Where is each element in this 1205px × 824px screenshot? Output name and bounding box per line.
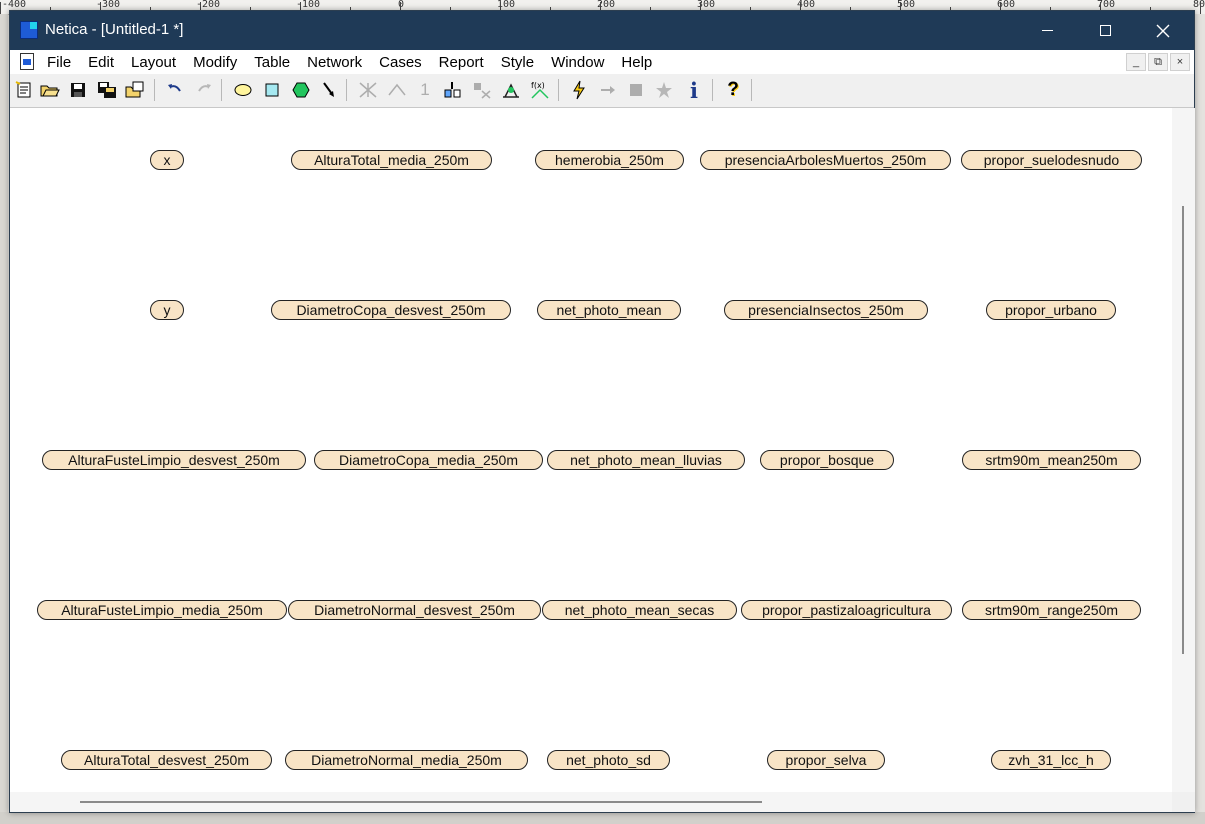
- toolbar-separator: [712, 79, 713, 101]
- export-icon[interactable]: [124, 79, 146, 101]
- node-net-photo-mean-lluvias[interactable]: net_photo_mean_lluvias: [547, 450, 745, 470]
- maximize-button[interactable]: [1076, 11, 1134, 50]
- netica-app-icon: [20, 21, 38, 39]
- menu-items: File Edit Layout Modify Table Network Ca…: [47, 54, 669, 71]
- star-icon[interactable]: [653, 79, 675, 101]
- toolbar-separator: [558, 79, 559, 101]
- stop-icon[interactable]: [625, 79, 647, 101]
- node-propor-bosque[interactable]: propor_bosque: [760, 450, 894, 470]
- save-all-icon[interactable]: [96, 79, 118, 101]
- node-y[interactable]: y: [150, 300, 184, 320]
- node-diametrocopa-desvest[interactable]: DiametroCopa_desvest_250m: [271, 300, 511, 320]
- save-icon[interactable]: [67, 79, 89, 101]
- menu-edit[interactable]: Edit: [88, 54, 122, 71]
- toolbar-separator: [221, 79, 222, 101]
- absorb-icon[interactable]: [442, 79, 464, 101]
- mdi-minimize-button[interactable]: _: [1126, 53, 1146, 71]
- node-net-photo-sd[interactable]: net_photo_sd: [547, 750, 670, 770]
- node-propor-urbano[interactable]: propor_urbano: [986, 300, 1116, 320]
- minimize-icon: [1041, 29, 1053, 32]
- svg-text:f(x): f(x): [531, 81, 545, 90]
- toolbar-separator: [154, 79, 155, 101]
- menu-layout[interactable]: Layout: [131, 54, 184, 71]
- menu-style[interactable]: Style: [501, 54, 542, 71]
- horizontal-scrollbar[interactable]: [10, 792, 1172, 812]
- one-icon[interactable]: 1: [414, 79, 436, 101]
- toolbar: 1 f(x) i ?: [10, 74, 1194, 108]
- node-x[interactable]: x: [150, 150, 184, 170]
- menu-table[interactable]: Table: [254, 54, 298, 71]
- toolbar-separator: [751, 79, 752, 101]
- nature-node-icon[interactable]: [232, 79, 254, 101]
- close-button[interactable]: [1134, 11, 1192, 50]
- ruler-tick: [1200, 2, 1201, 14]
- node-net-photo-mean[interactable]: net_photo_mean: [537, 300, 681, 320]
- undo-icon[interactable]: [164, 79, 186, 101]
- node-net-photo-mean-secas[interactable]: net_photo_mean_secas: [542, 600, 737, 620]
- node-alturatotal-media[interactable]: AlturaTotal_media_250m: [291, 150, 492, 170]
- network-canvas[interactable]: x AlturaTotal_media_250m hemerobia_250m …: [10, 108, 1172, 792]
- menu-bar: File Edit Layout Modify Table Network Ca…: [10, 50, 1194, 74]
- menu-network[interactable]: Network: [307, 54, 370, 71]
- node-diametronormal-media[interactable]: DiametroNormal_media_250m: [285, 750, 528, 770]
- node-presencia-insectos[interactable]: presenciaInsectos_250m: [724, 300, 928, 320]
- redo-icon[interactable]: [193, 79, 215, 101]
- minimize-button[interactable]: [1018, 11, 1076, 50]
- window-title: Netica - [Untitled-1 *]: [45, 21, 184, 38]
- background-edge: [0, 812, 1205, 824]
- maximize-icon: [1099, 25, 1111, 36]
- reverse-icon[interactable]: [471, 79, 493, 101]
- menu-modify[interactable]: Modify: [193, 54, 245, 71]
- menu-window[interactable]: Window: [551, 54, 612, 71]
- node-srtm90m-mean250m[interactable]: srtm90m_mean250m: [962, 450, 1141, 470]
- ruler-label: -400: [2, 0, 27, 10]
- mdi-controls: _ ⧉ ×: [1126, 53, 1190, 71]
- background-edge: [1195, 14, 1205, 824]
- node-diametrocopa-media[interactable]: DiametroCopa_media_250m: [314, 450, 543, 470]
- compile-icon[interactable]: [568, 79, 590, 101]
- title-bar[interactable]: Netica - [Untitled-1 *]: [10, 11, 1194, 50]
- learn-icon[interactable]: [500, 79, 522, 101]
- info-icon[interactable]: i: [683, 78, 705, 103]
- menu-cases[interactable]: Cases: [379, 54, 430, 71]
- node-alturafustelimpio-desvest[interactable]: AlturaFusteLimpio_desvest_250m: [42, 450, 306, 470]
- node-presencia-arboles-muertos[interactable]: presenciaArbolesMuertos_250m: [700, 150, 951, 170]
- node-alturatotal-desvest[interactable]: AlturaTotal_desvest_250m: [61, 750, 272, 770]
- netica-window: Netica - [Untitled-1 *] File Edit Layout…: [9, 10, 1195, 813]
- mdi-close-button[interactable]: ×: [1170, 53, 1190, 71]
- vertical-scroll-thumb[interactable]: [1182, 206, 1184, 654]
- remove-links-icon[interactable]: [357, 79, 379, 101]
- node-propor-selva[interactable]: propor_selva: [767, 750, 885, 770]
- node-propor-pastizaloagricultura[interactable]: propor_pastizaloagricultura: [741, 600, 952, 620]
- decision-node-icon[interactable]: [261, 79, 283, 101]
- node-alturafustelimpio-media[interactable]: AlturaFusteLimpio_media_250m: [37, 600, 287, 620]
- new-icon[interactable]: [13, 79, 35, 101]
- mdi-restore-button[interactable]: ⧉: [1148, 53, 1168, 71]
- node-zvh-31-lcc-h[interactable]: zvh_31_lcc_h: [991, 750, 1111, 770]
- parents-icon[interactable]: [386, 79, 408, 101]
- document-icon[interactable]: [20, 53, 34, 70]
- link-arrow-icon[interactable]: [318, 79, 340, 101]
- node-diametronormal-desvest[interactable]: DiametroNormal_desvest_250m: [288, 600, 541, 620]
- node-hemerobia[interactable]: hemerobia_250m: [535, 150, 684, 170]
- arrow-right-icon[interactable]: [597, 79, 619, 101]
- horizontal-scroll-thumb[interactable]: [80, 801, 762, 803]
- utility-node-icon[interactable]: [290, 79, 312, 101]
- menu-file[interactable]: File: [47, 54, 79, 71]
- node-propor-suelodesnudo[interactable]: propor_suelodesnudo: [961, 150, 1142, 170]
- close-icon: [1156, 24, 1170, 37]
- menu-help[interactable]: Help: [621, 54, 660, 71]
- background-edge: [0, 14, 8, 824]
- help-icon[interactable]: ?: [722, 79, 744, 101]
- node-srtm90m-range250m[interactable]: srtm90m_range250m: [962, 600, 1141, 620]
- vertical-scrollbar[interactable]: [1172, 108, 1195, 792]
- toolbar-separator: [346, 79, 347, 101]
- scroll-corner: [1172, 792, 1195, 812]
- open-icon[interactable]: [39, 79, 61, 101]
- ruler-label: 0: [398, 0, 405, 10]
- ruler-label: 800: [1193, 0, 1205, 10]
- equation-icon[interactable]: f(x): [529, 79, 551, 101]
- ruler-tick: [0, 2, 1, 14]
- menu-report[interactable]: Report: [439, 54, 492, 71]
